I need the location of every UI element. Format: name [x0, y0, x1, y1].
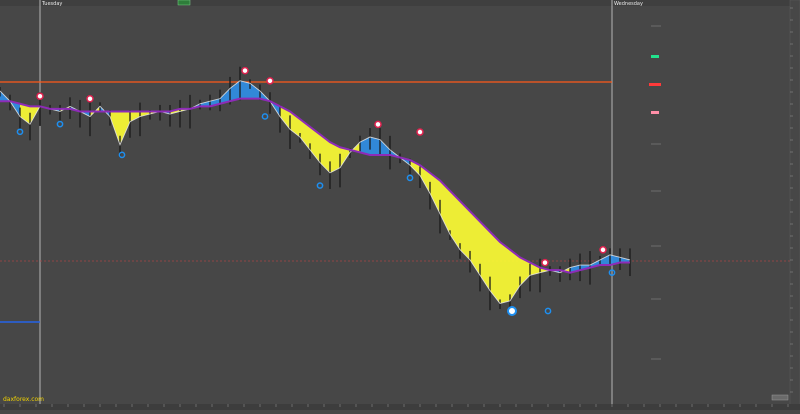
swing-high-marker	[599, 246, 607, 254]
zoom-button[interactable]	[771, 394, 789, 401]
ribbon-segment	[370, 137, 380, 155]
ribbon-segment	[240, 80, 250, 99]
ribbon-segment	[500, 242, 510, 304]
faint-tick-4	[651, 245, 661, 247]
faint-tick-1	[651, 25, 661, 27]
header-button[interactable]	[177, 0, 191, 6]
label-red	[649, 83, 661, 86]
label-green	[651, 55, 659, 58]
swing-high-marker	[266, 77, 274, 85]
session-label-tuesday: Tuesday	[41, 1, 62, 7]
chart-root: Tuesday Wednesday daxforex.com	[0, 0, 800, 411]
price-chart[interactable]: Tuesday Wednesday daxforex.com	[0, 0, 800, 411]
swing-high-marker	[374, 120, 382, 129]
swing-high-marker	[241, 66, 249, 75]
swing-high-marker	[86, 95, 94, 103]
faint-tick-5	[651, 298, 661, 300]
chart-background	[0, 0, 800, 410]
swing-low-marker	[507, 306, 517, 316]
session-label-wednesday: Wednesday	[614, 1, 643, 7]
label-pink	[651, 111, 659, 114]
faint-tick-2	[651, 143, 661, 145]
faint-tick-3	[651, 190, 661, 192]
time-axis	[0, 404, 800, 410]
watermark-text: daxforex.com	[3, 396, 44, 403]
header-strip	[0, 0, 800, 6]
swing-high-marker	[541, 258, 549, 267]
faint-tick-6	[651, 358, 661, 360]
price-axis	[789, 0, 800, 411]
swing-high-marker	[416, 128, 424, 136]
swing-high-marker	[36, 92, 44, 100]
